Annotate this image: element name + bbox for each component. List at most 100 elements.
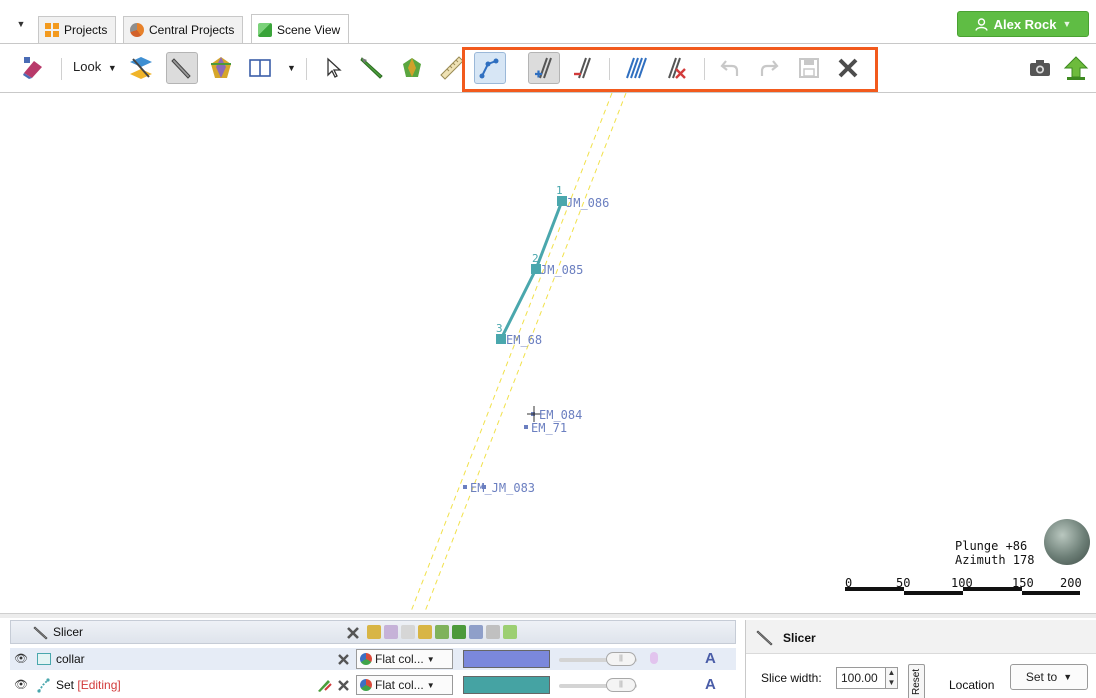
scene-canvas[interactable]: 1 2 3 JM_086 JM_085 EM_68 EM_084 EM_71 E…: [0, 93, 1096, 614]
set-name: Set: [56, 678, 75, 692]
gem-small-icon[interactable]: [418, 625, 432, 639]
label-toggle-icon[interactable]: A: [705, 650, 716, 667]
volume-icon[interactable]: [384, 625, 398, 639]
collar-label: EM_68: [506, 333, 542, 347]
slicer-pen-icon: [171, 58, 191, 79]
tab-label: Scene View: [277, 22, 341, 37]
scene-viewport[interactable]: 1 2 3 JM_086 JM_085 EM_68 EM_084 EM_71 E…: [0, 92, 1096, 614]
split-view-button[interactable]: [244, 52, 276, 84]
lock-icon[interactable]: [486, 625, 500, 639]
list-item-collar[interactable]: 👁 collar Flat col... ▼ || A: [10, 648, 736, 670]
scale-tick-label: 50: [896, 576, 911, 590]
select-pointer-icon: [327, 57, 342, 78]
transparency-icon[interactable]: [401, 625, 415, 639]
row-label: Set [Editing]: [56, 678, 121, 692]
vertex-number: 1: [556, 184, 563, 197]
scale-tick-label: 150: [1012, 576, 1034, 590]
collar-label: EM_JM_083: [470, 481, 535, 495]
user-icon: [974, 17, 988, 31]
colour-wheel-icon: [360, 679, 372, 691]
label-toggle-icon[interactable]: A: [705, 676, 716, 693]
collar-label: EM_084: [539, 408, 582, 422]
scene-objects-panel: Slicer 👁 collar Flat col... ▼ || A 👁 Set…: [0, 618, 736, 698]
tab-label: Central Projects: [149, 23, 235, 37]
collar-label: JM_085: [540, 263, 583, 277]
view-toggle-icons: [367, 625, 517, 639]
chevron-down-icon: ▼: [107, 63, 117, 73]
export-icon[interactable]: [503, 625, 517, 639]
vertex-number: 2: [532, 252, 539, 265]
set-to-label: Set to: [1025, 670, 1058, 684]
colour-style-select[interactable]: Flat col... ▼: [356, 649, 453, 669]
compass-globe-icon[interactable]: [1044, 519, 1090, 565]
tab-projects[interactable]: Projects: [38, 16, 117, 43]
slice-width-stepper[interactable]: ▲ ▼: [886, 667, 898, 689]
polyline-vertex[interactable]: [496, 334, 506, 344]
remove-icon[interactable]: [337, 679, 350, 692]
toolbar-separator: [61, 58, 62, 80]
select-pointer-button[interactable]: [318, 52, 350, 84]
slicer-panel-header: Slicer: [746, 620, 1096, 654]
draw-pen-icon: [360, 57, 383, 79]
eraser-tool-button[interactable]: [17, 52, 49, 84]
scene-list-title: Slicer: [53, 625, 84, 639]
share-button[interactable]: [1060, 52, 1092, 84]
central-projects-icon: [130, 23, 144, 37]
opacity-slider-thumb[interactable]: ||: [606, 652, 636, 666]
slicer-pen-icon: [756, 630, 773, 646]
surface-icon[interactable]: [367, 625, 381, 639]
chevron-down-icon: ▼: [426, 680, 435, 690]
mesh-icon[interactable]: [435, 625, 449, 639]
location-label: Location: [949, 678, 995, 692]
gem-icon: [211, 57, 231, 78]
collar-point[interactable]: [463, 485, 467, 489]
toolbar-separator: [306, 58, 307, 80]
screenshot-button[interactable]: [1024, 52, 1056, 84]
close-icon[interactable]: [346, 626, 360, 640]
user-account-button[interactable]: Alex Rock ▼: [957, 11, 1089, 37]
tabs-menu-chevron-icon[interactable]: ▼: [14, 17, 28, 31]
plunge-readout: Plunge +86: [955, 539, 1028, 553]
slicer-pen-button[interactable]: [166, 52, 198, 84]
colour-swatch[interactable]: [463, 676, 550, 694]
scene-list-header: Slicer: [10, 620, 736, 644]
tab-scene-view[interactable]: Scene View: [251, 14, 350, 44]
lines-icon[interactable]: [469, 625, 483, 639]
collar-label: EM_71: [531, 421, 567, 435]
camera-icon: [1030, 60, 1050, 76]
tab-bar: ▼ Projects Central Projects Scene View A…: [0, 0, 1096, 44]
colour-wheel-icon: [360, 653, 372, 665]
visibility-eye-icon[interactable]: 👁: [14, 652, 28, 665]
scale-tick-label: 200: [1060, 576, 1082, 590]
reset-button[interactable]: Reset: [908, 664, 925, 698]
draw-pen-button[interactable]: [356, 52, 388, 84]
scale-bar-segment: [1022, 591, 1080, 595]
scale-bar-segment: [904, 591, 963, 595]
slice-plane-line: [423, 93, 627, 614]
collar-point[interactable]: [524, 425, 528, 429]
set-to-dropdown[interactable]: Set to ▼: [1010, 664, 1088, 690]
chevron-down-icon: ▼: [1063, 672, 1073, 682]
colour-style-select[interactable]: Flat col... ▼: [356, 675, 453, 695]
list-item-set[interactable]: 👁 Set [Editing] Flat col... ▼ || A: [10, 674, 736, 696]
points-icon[interactable]: [452, 625, 466, 639]
look-dropdown[interactable]: Look ▼: [73, 59, 117, 74]
collar-label: JM_086: [566, 196, 609, 210]
polyline-set-icon: [37, 678, 50, 693]
toolbar-highlight-frame: [462, 47, 878, 92]
light-icon[interactable]: [650, 652, 658, 664]
visibility-eye-icon[interactable]: 👁: [14, 678, 28, 691]
colour-swatch[interactable]: [463, 650, 550, 668]
remove-icon[interactable]: [337, 653, 350, 666]
slice-width-input[interactable]: 100.00: [836, 667, 886, 689]
slicer-toggle-button[interactable]: [125, 52, 157, 84]
share-icon: [1063, 56, 1089, 80]
vertex-number: 3: [496, 322, 503, 335]
polyline-button[interactable]: [396, 52, 428, 84]
edit-pencil-icon[interactable]: [316, 677, 332, 693]
tab-central-projects[interactable]: Central Projects: [123, 16, 244, 43]
table-icon: [37, 653, 51, 665]
gem-button[interactable]: [205, 52, 237, 84]
opacity-slider-thumb[interactable]: ||: [606, 678, 636, 692]
split-view-dropdown-icon[interactable]: ▼: [287, 63, 296, 73]
